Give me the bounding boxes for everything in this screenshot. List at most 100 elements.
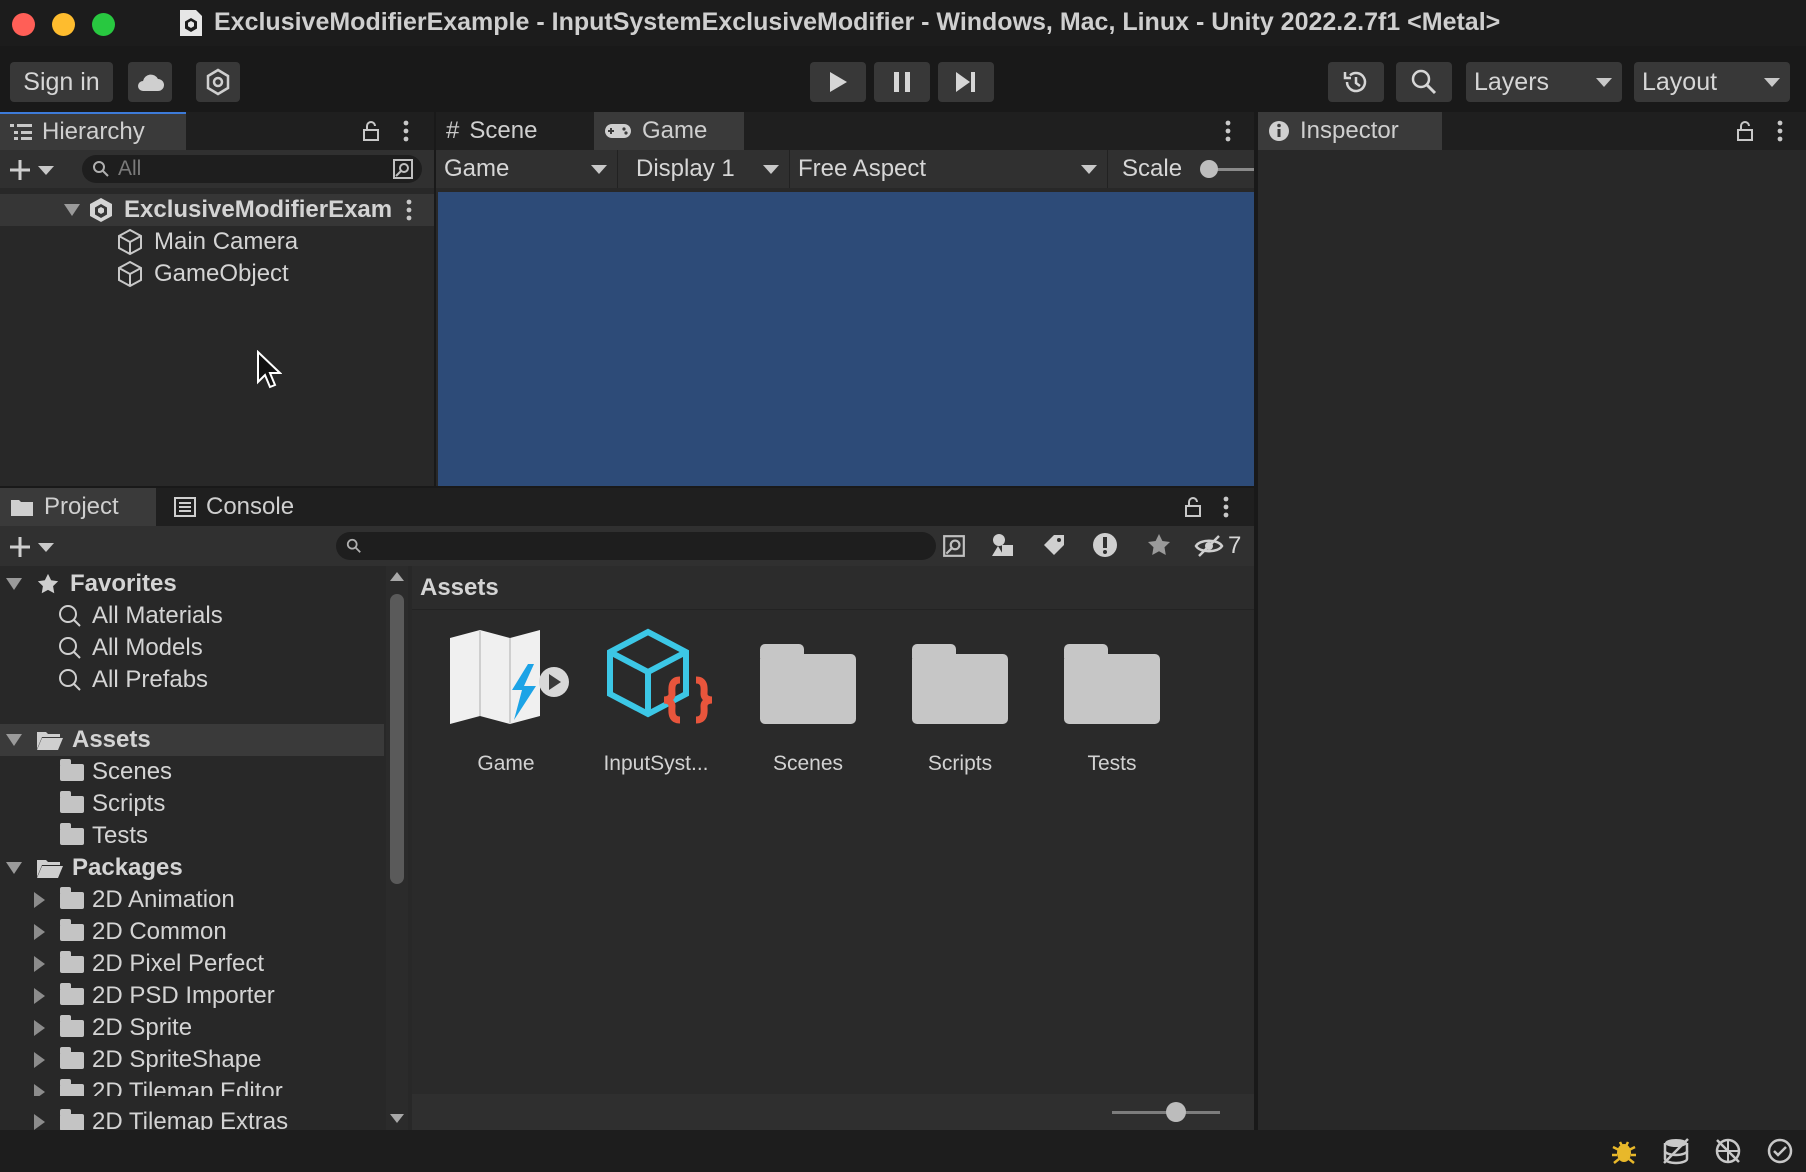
expand-arrow-icon[interactable] <box>34 1114 45 1130</box>
hidden-packages-toggle[interactable]: 7 <box>1194 532 1241 560</box>
packages-header[interactable]: Packages <box>0 852 384 884</box>
lock-icon[interactable] <box>362 120 380 142</box>
cloud-button[interactable] <box>128 62 172 102</box>
check-circle-icon[interactable] <box>1766 1137 1794 1165</box>
sign-in-button[interactable]: Sign in <box>10 62 113 102</box>
game-viewport[interactable] <box>438 192 1254 486</box>
package-item[interactable]: 2D Pixel Perfect <box>0 948 384 980</box>
aspect-dropdown[interactable]: Free Aspect <box>790 150 1108 188</box>
asset-folder-item[interactable]: Scripts <box>0 788 384 820</box>
project-search-input[interactable] <box>336 532 936 560</box>
asset-folder-item[interactable]: Tests <box>0 820 384 852</box>
more-options-icon[interactable] <box>1222 496 1230 518</box>
pause-button[interactable] <box>874 62 930 102</box>
expand-arrow-icon[interactable] <box>64 204 80 216</box>
tree-scrollbar[interactable] <box>386 566 408 1130</box>
package-label: 2D PSD Importer <box>92 982 275 1009</box>
lock-icon[interactable] <box>1184 496 1202 518</box>
filter-by-label-icon[interactable] <box>1042 533 1066 557</box>
scale-slider-thumb[interactable] <box>1200 160 1218 178</box>
expand-arrow-icon[interactable] <box>6 862 22 874</box>
scroll-down-arrow-icon[interactable] <box>390 1114 404 1123</box>
network-off-icon[interactable] <box>1714 1137 1742 1165</box>
asset-item-folder[interactable]: Scenes <box>738 628 878 778</box>
breadcrumb-assets[interactable]: Assets <box>420 574 499 602</box>
step-button[interactable] <box>938 62 994 102</box>
hierarchy-item[interactable]: GameObject <box>0 258 434 290</box>
star-icon <box>37 573 59 594</box>
package-item[interactable]: 2D Animation <box>0 884 384 916</box>
tab-project[interactable]: Project <box>0 488 156 526</box>
history-button[interactable] <box>1328 62 1384 102</box>
expand-arrow-icon[interactable] <box>34 1052 45 1068</box>
expand-arrow-icon[interactable] <box>6 734 22 746</box>
hierarchy-search-input[interactable]: All <box>82 155 422 183</box>
layers-dropdown[interactable]: Layers <box>1466 62 1622 102</box>
search-icon <box>59 669 81 691</box>
package-item[interactable]: 2D Tilemap Editor <box>0 1076 384 1096</box>
lock-icon[interactable] <box>1736 120 1754 142</box>
folder-icon <box>912 644 1008 724</box>
display-dropdown[interactable]: Display 1 <box>618 150 790 188</box>
tab-hierarchy[interactable]: Hierarchy <box>0 112 186 150</box>
package-item[interactable]: 2D Tilemap Extras <box>0 1108 384 1130</box>
package-item[interactable]: 2D Sprite <box>0 1012 384 1044</box>
maximize-window-button[interactable] <box>92 13 115 36</box>
expand-arrow-icon[interactable] <box>34 892 45 908</box>
asset-item-folder[interactable]: Tests <box>1042 628 1182 778</box>
more-options-icon[interactable] <box>402 120 410 142</box>
filter-by-type-icon[interactable] <box>990 532 1016 558</box>
scene-search-icon[interactable] <box>392 158 414 180</box>
unity-scene-icon <box>178 8 204 38</box>
expand-arrow-icon[interactable] <box>34 924 45 940</box>
tab-scene[interactable]: # Scene <box>436 112 592 150</box>
hidden-count: 7 <box>1228 532 1242 559</box>
favorites-item[interactable]: All Prefabs <box>0 664 384 696</box>
more-options-icon[interactable] <box>405 199 413 221</box>
hierarchy-scene-row[interactable]: ExclusiveModifierExam <box>0 194 434 226</box>
create-asset-button[interactable] <box>8 535 54 559</box>
play-button[interactable] <box>810 62 866 102</box>
asset-item-scene[interactable]: Game <box>436 628 576 778</box>
package-item[interactable]: 2D SpriteShape <box>0 1044 384 1076</box>
hierarchy-item[interactable]: Main Camera <box>0 226 434 258</box>
close-window-button[interactable] <box>12 13 35 36</box>
expand-arrow-icon[interactable] <box>34 988 45 1004</box>
favorite-star-icon[interactable] <box>1146 532 1172 558</box>
asset-folder-item[interactable]: Scenes <box>0 756 384 788</box>
expand-arrow-icon[interactable] <box>34 1084 45 1096</box>
tab-game[interactable]: Game <box>594 112 744 150</box>
expand-arrow-icon[interactable] <box>6 578 22 590</box>
package-item[interactable]: 2D PSD Importer <box>0 980 384 1012</box>
inspector-tabbar: Inspector <box>1258 112 1806 150</box>
cache-server-icon[interactable] <box>1662 1137 1690 1165</box>
expand-arrow-icon[interactable] <box>34 1020 45 1036</box>
collab-button[interactable] <box>196 62 240 102</box>
minimize-window-button[interactable] <box>52 13 75 36</box>
search-in-scene-icon[interactable] <box>942 534 966 558</box>
tab-console[interactable]: Console <box>164 488 324 526</box>
tab-inspector-label: Inspector <box>1300 117 1399 144</box>
create-button[interactable] <box>8 158 54 182</box>
debug-bug-icon[interactable] <box>1610 1137 1638 1165</box>
asset-item-input-actions[interactable]: InputSyst... <box>586 628 726 778</box>
more-options-icon[interactable] <box>1224 120 1232 142</box>
layout-dropdown[interactable]: Layout <box>1634 62 1790 102</box>
assets-header[interactable]: Assets <box>0 724 384 756</box>
tab-inspector[interactable]: Inspector <box>1258 112 1442 150</box>
log-type-warning-icon[interactable] <box>1092 532 1118 558</box>
icon-size-slider-thumb[interactable] <box>1166 1102 1186 1122</box>
search-icon <box>59 637 81 659</box>
favorites-item[interactable]: All Materials <box>0 600 384 632</box>
package-item[interactable]: 2D Common <box>0 916 384 948</box>
asset-item-folder[interactable]: Scripts <box>890 628 1030 778</box>
favorites-header[interactable]: Favorites <box>0 568 384 600</box>
scroll-thumb[interactable] <box>390 594 404 884</box>
expand-arrow-icon[interactable] <box>34 956 45 972</box>
game-mode-dropdown[interactable]: Game <box>436 150 618 188</box>
scroll-up-arrow-icon[interactable] <box>390 572 404 581</box>
favorites-item-label: All Materials <box>92 602 223 629</box>
favorites-item[interactable]: All Models <box>0 632 384 664</box>
more-options-icon[interactable] <box>1776 120 1784 142</box>
search-button[interactable] <box>1396 62 1452 102</box>
